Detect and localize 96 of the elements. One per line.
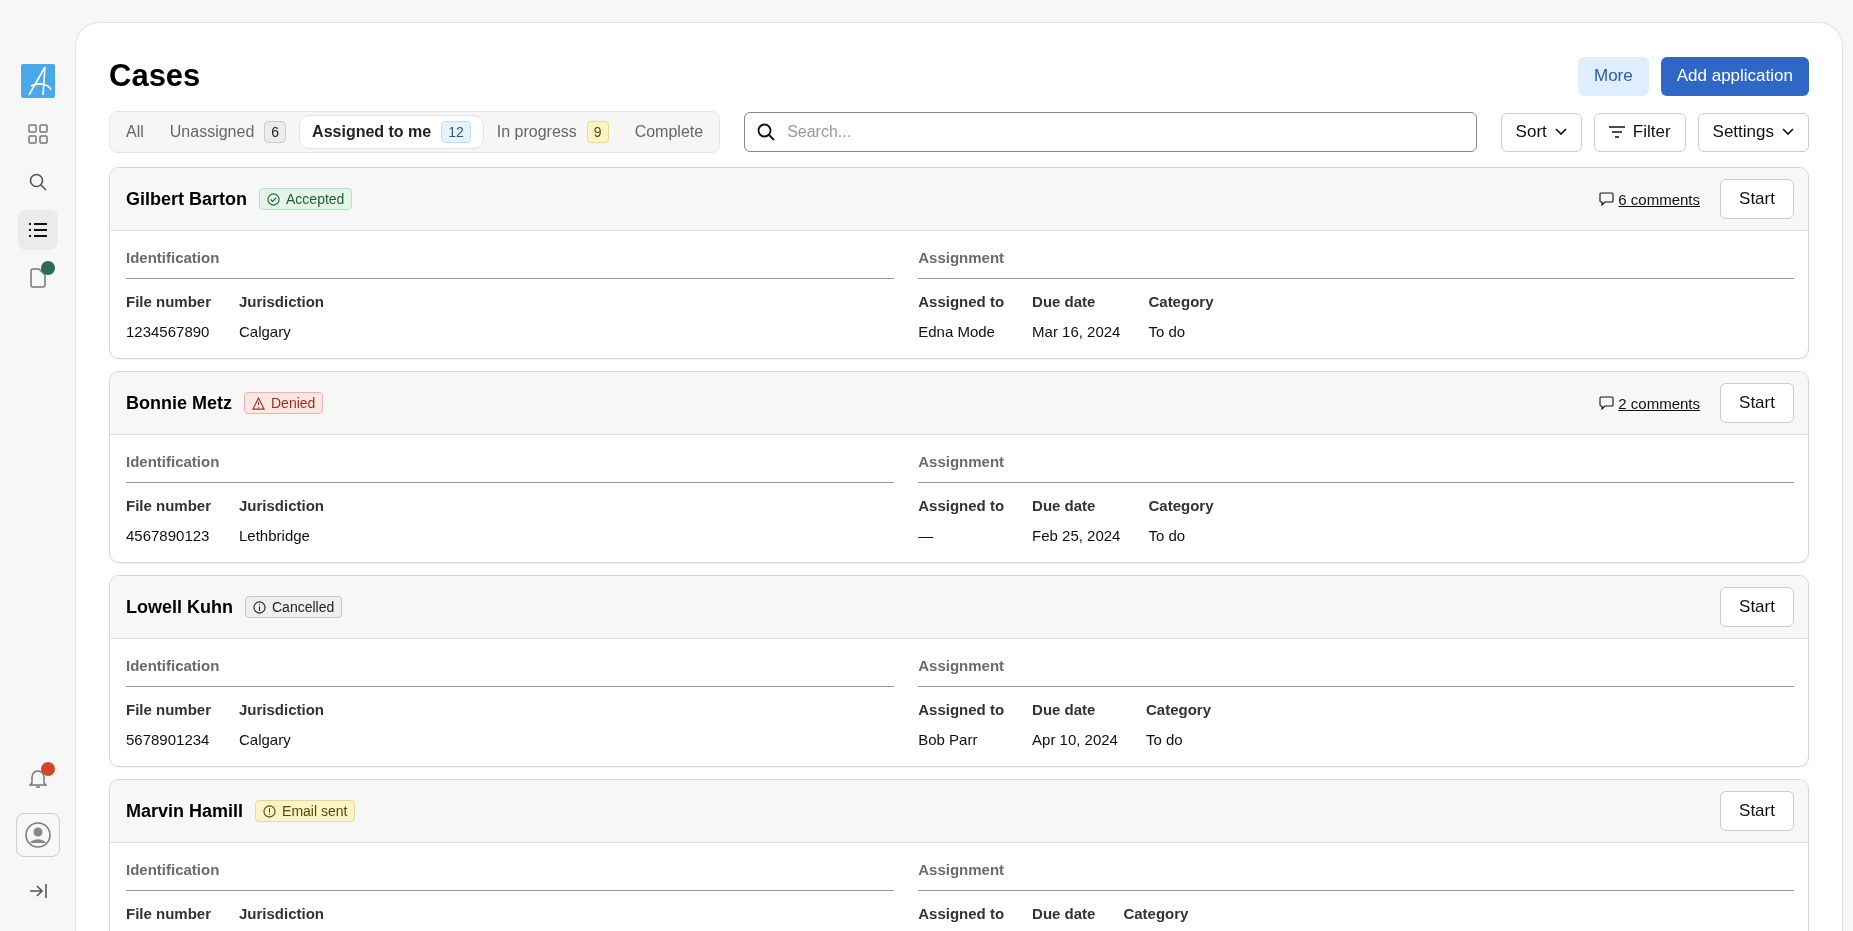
check-circle-icon [267,192,280,206]
tab-label: In progress [496,123,577,141]
speech-bubble-icon [1599,192,1615,206]
filter-tab[interactable]: All [113,115,157,149]
status-badge: Denied [244,392,324,414]
start-button[interactable]: Start [1720,179,1794,219]
case-name: Marvin Hamill [126,800,244,822]
chevron-down-icon [1782,128,1794,136]
comments-link[interactable]: 6 comments [1599,190,1700,208]
logo-icon [20,64,55,98]
field-value: Calgary [239,323,292,340]
field-value: 5678901234 [126,731,211,748]
list-icon [28,223,47,237]
field-label: Due date [1032,497,1097,514]
status-badge: Cancelled [245,596,343,618]
sidebar-nav-item[interactable] [17,210,58,250]
field-value: Feb 25, 2024 [1032,527,1121,544]
field-value: 1234567890 [126,323,211,340]
field-value: To do [1148,527,1187,544]
filter-icon [1608,126,1625,138]
dropdown-button[interactable]: Sort [1500,112,1582,152]
field-label: Category [1145,701,1211,718]
status-badge: Email sent [255,800,356,822]
field-label: Jurisdiction [239,905,325,922]
field-value: 4567890123 [126,527,211,544]
case-name: Lowell Kuhn [126,596,233,618]
profile-button[interactable] [15,813,60,857]
field-value: To do [1148,323,1187,340]
filter-tab[interactable]: Assigned to me 12 [299,115,484,149]
search-icon [28,173,47,191]
search-field[interactable]: Search... [744,112,1477,152]
field-label: Jurisdiction [239,497,325,514]
field-label: Jurisdiction [239,701,325,718]
grid-icon [27,124,48,144]
tab-label: Complete [634,123,704,141]
count-badge: 12 [441,121,471,143]
alert-circle-icon [263,804,277,818]
field-label: Category [1148,293,1214,310]
section-title: Identification [126,861,895,891]
field-label: Due date [1032,701,1097,718]
filter-tab[interactable]: Complete [621,115,717,149]
field-label: Assigned to [918,905,1005,922]
bell-icon [28,769,47,789]
case-name: Gilbert Barton [126,188,247,210]
start-button[interactable]: Start [1720,383,1794,423]
avatar-icon [24,822,51,848]
more-button[interactable]: More [1578,56,1649,96]
comments-link[interactable]: 2 comments [1599,394,1700,412]
field-value: Apr 10, 2024 [1032,731,1118,748]
field-value: Edna Mode [918,323,996,340]
status-badge: Accepted [259,188,353,210]
count-badge: 9 [586,121,609,143]
field-value: — [918,527,935,544]
case-name: Bonnie Metz [126,392,232,414]
section-title: Assignment [918,861,1794,891]
page-title: Cases [109,58,201,94]
section-title: Assignment [918,249,1794,279]
section-title: Assignment [918,657,1794,687]
warning-triangle-icon [252,396,265,410]
field-label: Due date [1032,293,1097,310]
tab-label: Assigned to me [312,123,432,141]
dropdown-button[interactable]: Settings [1697,112,1809,152]
field-value: To do [1145,731,1184,748]
field-label: File number [126,293,211,310]
field-label: Assigned to [918,701,1005,718]
field-value: Mar 16, 2024 [1032,323,1121,340]
filter-tab[interactable]: In progress 9 [483,115,622,149]
add-application-button[interactable]: Add application [1660,56,1809,96]
field-value: Lethbridge [239,527,311,544]
tab-label: All [126,123,144,141]
field-label: Category [1148,497,1214,514]
tab-label: Unassigned [169,123,255,141]
field-label: Category [1123,905,1189,922]
chevron-down-icon [1554,128,1567,136]
speech-bubble-icon [1599,396,1615,410]
section-title: Identification [126,453,895,483]
document-icon [29,268,46,288]
section-title: Identification [126,249,895,279]
field-label: File number [126,701,211,718]
field-value: Bob Parr [918,731,979,748]
section-title: Assignment [918,453,1794,483]
collapse-icon [28,883,47,899]
field-label: Due date [1032,905,1096,922]
field-label: File number [126,497,211,514]
section-title: Identification [126,657,895,687]
count-badge: 6 [264,121,287,143]
start-button[interactable]: Start [1720,587,1794,627]
info-icon [253,600,266,614]
field-value: Calgary [239,731,292,748]
field-label: File number [126,905,211,922]
filter-button[interactable]: Filter [1593,112,1686,152]
field-label: Assigned to [918,497,1005,514]
field-label: Jurisdiction [239,293,325,310]
start-button[interactable]: Start [1720,791,1794,831]
field-label: Assigned to [918,293,1005,310]
filter-tab[interactable]: Unassigned 6 [156,115,300,149]
